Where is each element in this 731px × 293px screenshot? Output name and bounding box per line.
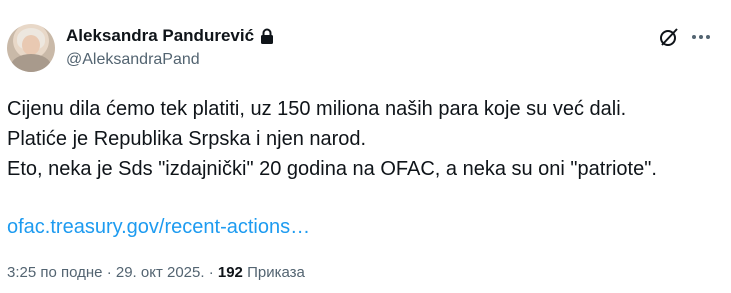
avatar-body	[11, 54, 51, 72]
lock-icon	[261, 28, 274, 44]
tweet-meta: 3:25 по подне · 29. окт 2025. · 192 Прик…	[7, 264, 305, 281]
author-row: Aleksandra Pandurević	[66, 25, 274, 47]
meta-separator: ·	[106, 264, 112, 281]
tweet-text: Cijenu dila ćemo tek platiti, uz 150 mil…	[7, 94, 722, 184]
grok-icon[interactable]	[658, 26, 680, 48]
more-icon[interactable]	[691, 34, 711, 40]
tweet-text-line: Cijenu dila ćemo tek platiti, uz 150 mil…	[7, 98, 627, 120]
tweet-text-line: Platiće je Republika Srpska i njen narod…	[7, 128, 367, 150]
meta-separator: ·	[208, 264, 214, 281]
views-count: 192	[217, 264, 243, 281]
views-label: Приказа	[247, 264, 305, 281]
tweet-time[interactable]: 3:25 по подне	[7, 264, 103, 281]
tweet-text-line: Eto, neka je Sds "izdajnički" 20 godina …	[7, 158, 657, 180]
author-name[interactable]: Aleksandra Pandurević	[66, 26, 254, 46]
tweet-date[interactable]: 29. окт 2025.	[116, 264, 205, 281]
previous-content-cut	[0, 0, 160, 5]
ofac-link[interactable]: ofac.treasury.gov/recent-actions…	[7, 212, 310, 242]
avatar-face	[22, 35, 40, 55]
avatar[interactable]	[7, 24, 55, 72]
author-handle[interactable]: @AleksandraPand	[66, 51, 200, 69]
